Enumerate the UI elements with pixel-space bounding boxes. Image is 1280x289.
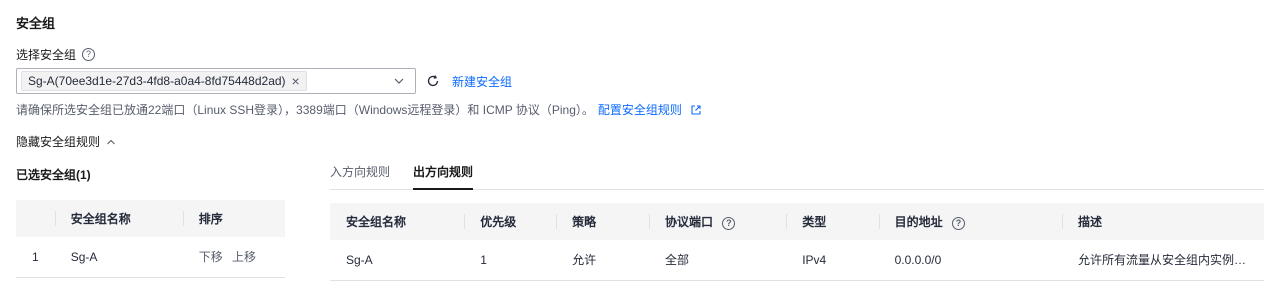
tab-inbound-rules[interactable]: 入方向规则 — [330, 160, 390, 190]
rule-description-cell: 允许所有流量从安全组内实例流... — [1062, 240, 1264, 281]
table-header-row: 安全组名称 优先级 策略 协议端口 ? 类型 目的地址 ? 描述 — [330, 203, 1264, 240]
column-header-priority: 优先级 — [464, 203, 557, 240]
selected-groups-title: 已选安全组(1) — [16, 168, 91, 182]
rule-description: 允许所有流量从安全组内实例流... — [1078, 253, 1248, 268]
rule-direction-tabs: 入方向规则 出方向规则 — [330, 160, 1264, 190]
security-group-select[interactable]: Sg-A(70ee3d1e-27d3-4fd8-a0a4-8fd75448d2a… — [16, 68, 416, 94]
tab-outbound-rules[interactable]: 出方向规则 — [413, 160, 474, 190]
rule-protocol-port: 全部 — [649, 240, 787, 281]
help-icon[interactable]: ? — [722, 217, 736, 230]
select-label-text: 选择安全组 — [16, 48, 77, 62]
hint-message: 请确保所选安全组已放通22端口（Linux SSH登录），3389端口（Wind… — [16, 103, 594, 117]
destination-label: 目的地址 — [894, 215, 943, 229]
hide-rules-toggle[interactable]: 隐藏安全组规则 — [16, 133, 116, 150]
toggle-label: 隐藏安全组规则 — [16, 135, 101, 149]
table-row: 1 Sg-A 下移 上移 — [16, 237, 285, 278]
rule-policy: 允许 — [556, 240, 649, 281]
hint-text: 请确保所选安全组已放通22端口（Linux SSH登录），3389端口（Wind… — [16, 101, 702, 118]
column-header-name: 安全组名称 — [54, 200, 183, 237]
table-header-row: 安全组名称 排序 — [16, 200, 285, 237]
close-icon[interactable]: × — [292, 74, 300, 88]
rule-destination: 0.0.0.0/0 — [878, 240, 1062, 281]
selected-group-tag-label: Sg-A(70ee3d1e-27d3-4fd8-a0a4-8fd75448d2a… — [28, 74, 286, 88]
column-header-protocol-port: 协议端口 ? — [649, 203, 787, 240]
move-down-button[interactable]: 下移 — [199, 250, 223, 264]
selected-groups-table: 安全组名称 排序 1 Sg-A 下移 上移 — [16, 200, 285, 278]
column-header-order: 排序 — [182, 200, 285, 237]
chevron-down-icon[interactable] — [393, 75, 405, 87]
column-header-group-name: 安全组名称 — [330, 203, 465, 240]
rule-priority: 1 — [464, 240, 557, 281]
rule-type: IPv4 — [786, 240, 879, 281]
column-header-index — [16, 200, 55, 237]
move-up-button[interactable]: 上移 — [232, 250, 256, 264]
rules-table: 安全组名称 优先级 策略 协议端口 ? 类型 目的地址 ? 描述 Sg-A 1 … — [330, 203, 1264, 281]
configure-rules-link[interactable]: 配置安全组规则 — [598, 101, 682, 118]
column-header-type: 类型 — [786, 203, 879, 240]
refresh-icon[interactable] — [426, 74, 440, 88]
section-title: 安全组 — [16, 16, 56, 31]
row-index: 1 — [16, 237, 55, 278]
help-icon[interactable]: ? — [82, 48, 96, 61]
row-group-name: Sg-A — [54, 237, 183, 278]
column-header-destination: 目的地址 ? — [878, 203, 1062, 240]
create-security-group-link[interactable]: 新建安全组 — [452, 73, 512, 90]
column-header-description: 描述 — [1062, 203, 1264, 240]
external-link-icon[interactable] — [690, 104, 702, 116]
help-icon[interactable]: ? — [951, 217, 965, 230]
select-security-group-label: 选择安全组 ? — [16, 46, 96, 63]
rule-group-name: Sg-A — [330, 240, 465, 281]
chevron-up-icon — [107, 139, 115, 144]
table-row: Sg-A 1 允许 全部 IPv4 0.0.0.0/0 允许所有流量从安全组内实… — [330, 240, 1264, 281]
column-header-policy: 策略 — [556, 203, 649, 240]
selected-group-tag: Sg-A(70ee3d1e-27d3-4fd8-a0a4-8fd75448d2a… — [21, 71, 307, 91]
protocol-port-label: 协议端口 — [665, 215, 714, 229]
row-order-actions: 下移 上移 — [182, 237, 285, 278]
